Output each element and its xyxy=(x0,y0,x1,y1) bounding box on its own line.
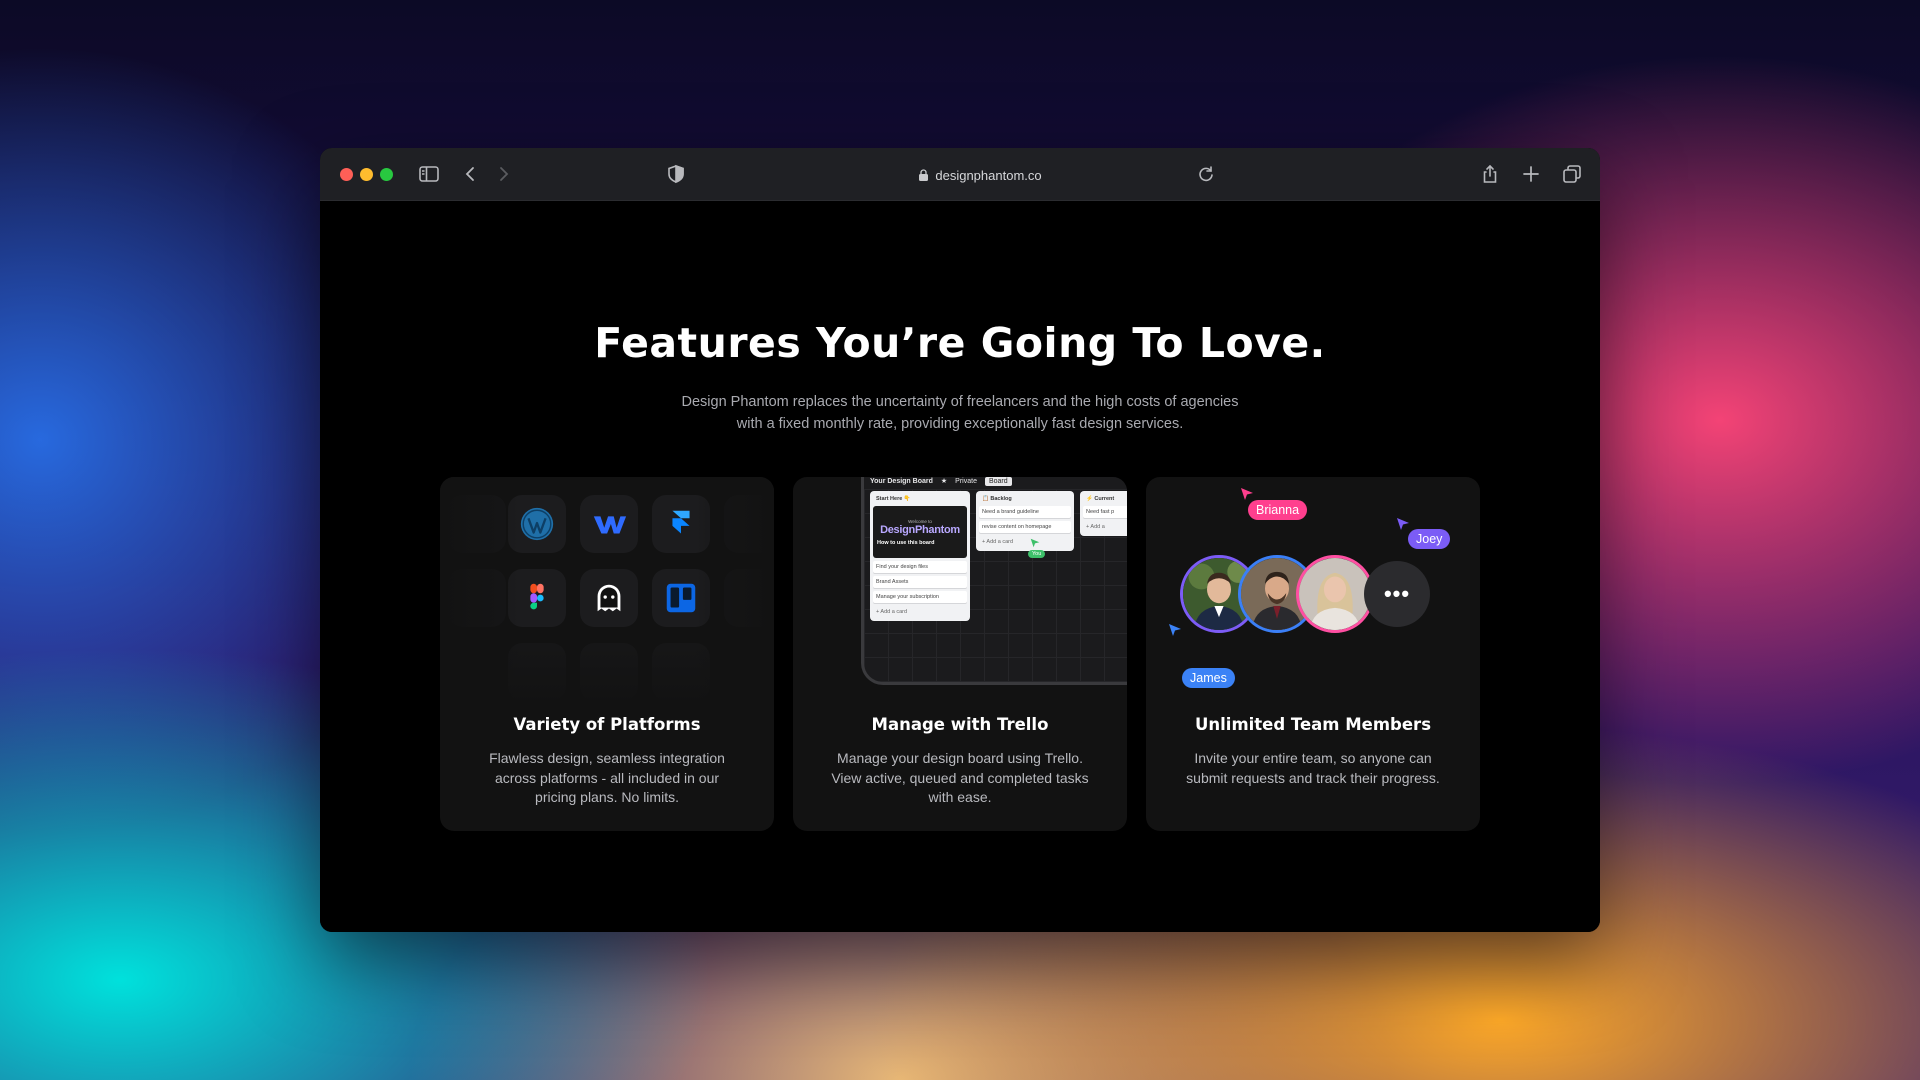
list-item: Find your design files xyxy=(873,561,967,573)
board-visibility: Private xyxy=(955,477,977,485)
card-description: Manage your design board using Trello. V… xyxy=(831,750,1089,805)
star-icon: ★ xyxy=(940,478,948,485)
add-card-link: + Add a card xyxy=(876,609,908,615)
url-text: designphantom.co xyxy=(935,167,1042,183)
cursor-icon xyxy=(1169,624,1181,636)
reload-icon[interactable] xyxy=(1194,162,1218,186)
cursor-tag-joey: Joey xyxy=(1408,529,1451,549)
back-icon[interactable] xyxy=(459,162,483,186)
list-item: Need fast p xyxy=(1083,506,1127,518)
minimize-window-button[interactable] xyxy=(360,168,373,181)
board-view: Board xyxy=(984,477,1012,486)
feature-card-trello: Your Design Board ★ Private Board Start … xyxy=(793,477,1127,831)
cursor-tag-brianna: Brianna xyxy=(1248,500,1308,520)
add-card-link: + Add a xyxy=(1086,524,1105,530)
figma-icon xyxy=(518,579,556,617)
welcome-card: Welcome to DesignPhantom How to use this… xyxy=(873,506,967,558)
add-card-link: + Add a card xyxy=(982,539,1014,545)
cursor-icon xyxy=(1397,518,1409,530)
list-item: Need a brand guideline xyxy=(979,506,1071,518)
feature-card-team: Brianna Joey ••• James Unlimited Team Me… xyxy=(1146,477,1480,831)
sidebar-icon[interactable] xyxy=(417,162,441,186)
share-icon[interactable] xyxy=(1478,162,1502,186)
board-header: Your Design Board ★ Private Board xyxy=(864,477,1127,489)
card-title: Variety of Platforms xyxy=(513,715,701,734)
avatar xyxy=(1296,555,1374,633)
feature-card-platforms: Variety of Platforms Flawless design, se… xyxy=(440,477,774,831)
section-subtitle: Design Phantom replaces the uncertainty … xyxy=(681,394,1239,432)
new-tab-icon[interactable] xyxy=(1519,162,1543,186)
welcome-caption: How to use this board xyxy=(877,539,935,546)
cursor-tag: You xyxy=(1028,550,1046,558)
trello-board-mockup: Your Design Board ★ Private Board Start … xyxy=(861,477,1127,685)
lock-icon xyxy=(918,169,929,181)
card-description: Invite your entire team, so anyone can s… xyxy=(1186,750,1440,786)
list-title: Start Here 👇 xyxy=(876,496,911,502)
ghost-icon xyxy=(590,579,628,617)
shield-icon[interactable] xyxy=(664,162,688,186)
board-list: Start Here 👇 Welcome to DesignPhantom Ho… xyxy=(870,491,970,621)
webflow-tile xyxy=(580,495,638,553)
cursor-icon xyxy=(1241,488,1253,500)
list-title: ⚡ Current xyxy=(1086,496,1115,502)
section-heading: Features You’re Going To Love. xyxy=(594,319,1326,367)
page-content: Features You’re Going To Love. Design Ph… xyxy=(320,201,1600,932)
webflow-icon xyxy=(590,505,628,543)
board-title: Your Design Board xyxy=(870,477,933,485)
cursor-icon xyxy=(1030,538,1040,548)
board-list: 📋 Backlog Need a brand guideline revise … xyxy=(976,491,1074,551)
tabs-overview-icon[interactable] xyxy=(1560,162,1584,186)
list-title: 📋 Backlog xyxy=(982,496,1012,502)
list-item: revise content on homepage xyxy=(979,521,1071,533)
list-item: Brand Assets xyxy=(873,576,967,588)
ghost-tile xyxy=(580,569,638,627)
browser-window: designphantom.co Features You’re Going T… xyxy=(320,148,1600,932)
list-item: Manage your subscription xyxy=(873,591,967,603)
card-description: Flawless design, seamless integration ac… xyxy=(489,750,725,805)
fade-overlay xyxy=(440,647,774,707)
more-members-button[interactable]: ••• xyxy=(1364,561,1430,627)
wordpress-icon xyxy=(518,505,556,543)
card-title: Manage with Trello xyxy=(871,715,1049,734)
board-list: ⚡ Current Need fast p + Add a xyxy=(1080,491,1127,536)
address-bar[interactable]: designphantom.co xyxy=(880,164,1080,186)
browser-toolbar: designphantom.co xyxy=(320,148,1600,201)
card-title: Unlimited Team Members xyxy=(1194,715,1432,734)
cursor-tag-james: James xyxy=(1182,668,1235,688)
close-window-button[interactable] xyxy=(340,168,353,181)
forward-icon[interactable] xyxy=(491,162,515,186)
zoom-window-button[interactable] xyxy=(380,168,393,181)
welcome-brand: DesignPhantom xyxy=(880,523,960,536)
